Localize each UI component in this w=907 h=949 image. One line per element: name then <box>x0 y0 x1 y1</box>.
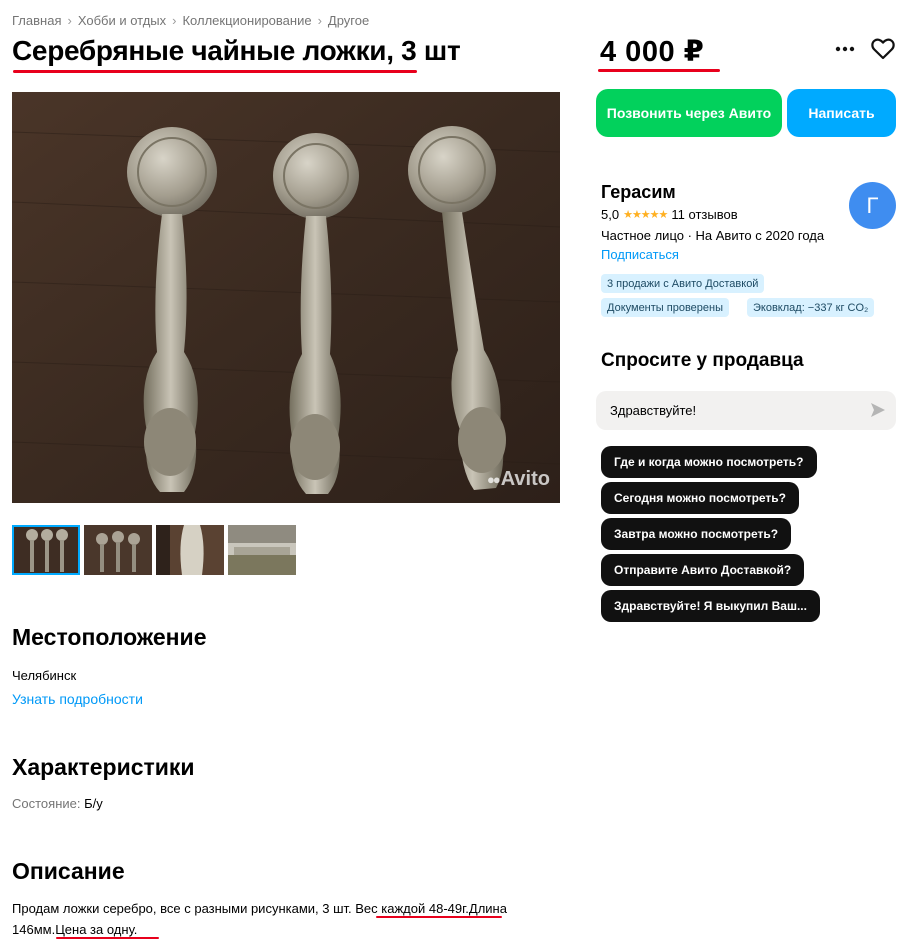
watermark-text: Avito <box>500 468 550 490</box>
quick-question-1[interactable]: Где и когда можно посмотреть? <box>601 446 817 478</box>
location-heading: Местоположение <box>12 624 207 650</box>
location-details-link[interactable]: Узнать подробности <box>12 691 143 707</box>
price: 4 000 ₽ <box>600 36 705 68</box>
quick-question-2[interactable]: Сегодня можно посмотреть? <box>601 482 800 514</box>
thumbnail-4[interactable] <box>228 525 296 575</box>
breadcrumb-item-home[interactable]: Главная <box>12 13 61 28</box>
quick-question-3[interactable]: Завтра можно посмотреть? <box>601 518 792 550</box>
main-photo[interactable]: ●● Avito <box>12 92 560 503</box>
breadcrumb-item-other[interactable]: Другое <box>328 13 369 28</box>
price-underline <box>598 69 720 72</box>
quick-question-4[interactable]: Отправите Авито Доставкой? <box>601 554 805 586</box>
badge-delivery-sales: 3 продажи с Авито Доставкой <box>601 274 765 293</box>
avatar[interactable]: Г <box>849 182 896 229</box>
description-text: Продам ложки серебро, все с разными рису… <box>12 898 557 940</box>
description-heading: Описание <box>12 858 125 884</box>
condition-row: Состояние: Б/у <box>12 796 103 811</box>
seller-type: Частное лицо · На Авито с 2020 года <box>601 228 825 243</box>
more-dots-icon[interactable] <box>832 36 858 62</box>
badge-documents-verified: Документы проверены <box>601 298 730 317</box>
spoons-photo <box>12 92 560 503</box>
description-part-4: Цена за одну. <box>55 922 138 937</box>
title-underline <box>13 70 417 73</box>
send-icon[interactable] <box>870 402 886 421</box>
thumbnail-3[interactable] <box>156 525 224 575</box>
avito-watermark: ●● Avito <box>487 468 550 491</box>
description-underline-2 <box>56 937 159 939</box>
seller-rating[interactable]: 5,0 ★★★★★ 11 отзывов <box>601 207 738 222</box>
page-title: Серебряные чайные ложки, 3 шт <box>12 35 461 66</box>
condition-label: Состояние: <box>12 796 81 811</box>
breadcrumb-item-collecting[interactable]: Коллекционирование <box>182 13 311 28</box>
ask-seller-heading: Спросите у продавца <box>601 350 804 371</box>
breadcrumb: Главная › Хобби и отдых › Коллекциониров… <box>12 13 369 28</box>
thumbnail-strip <box>12 525 296 575</box>
quick-question-5[interactable]: Здравствуйте! Я выкупил Ваш... <box>601 590 820 622</box>
thumbnail-2[interactable] <box>84 525 152 575</box>
characteristics-heading: Характеристики <box>12 754 195 780</box>
message-input[interactable]: Здравствуйте! <box>596 391 896 430</box>
call-button[interactable]: Позвонить через Авито <box>596 89 782 137</box>
breadcrumb-separator: › <box>317 13 322 28</box>
subscribe-link[interactable]: Подписаться <box>601 247 679 262</box>
description-underline-1 <box>376 916 502 918</box>
thumbnail-1[interactable] <box>12 525 80 575</box>
breadcrumb-separator: › <box>172 13 177 28</box>
breadcrumb-item-hobby[interactable]: Хобби и отдых <box>78 13 166 28</box>
reviews-count[interactable]: 11 отзывов <box>671 207 737 222</box>
rating-stars-icon: ★★★★★ <box>623 209 668 221</box>
description-part-1: Продам ложки серебро, все с разными рису… <box>12 901 356 916</box>
condition-value: Б/у <box>84 796 103 811</box>
seller-name[interactable]: Герасим <box>601 182 676 203</box>
heart-icon[interactable] <box>870 36 896 62</box>
write-button[interactable]: Написать <box>787 89 896 137</box>
badge-eco-contribution: Эковклад: −337 кг CO₂ <box>747 298 875 317</box>
avito-logo-icon: ●● <box>487 472 501 487</box>
location-city: Челябинск <box>12 668 77 683</box>
rating-value: 5,0 <box>601 207 620 222</box>
message-input-value: Здравствуйте! <box>610 403 697 418</box>
description-part-2: Вес каждой 48-49г. <box>355 901 469 916</box>
breadcrumb-separator: › <box>67 13 72 28</box>
